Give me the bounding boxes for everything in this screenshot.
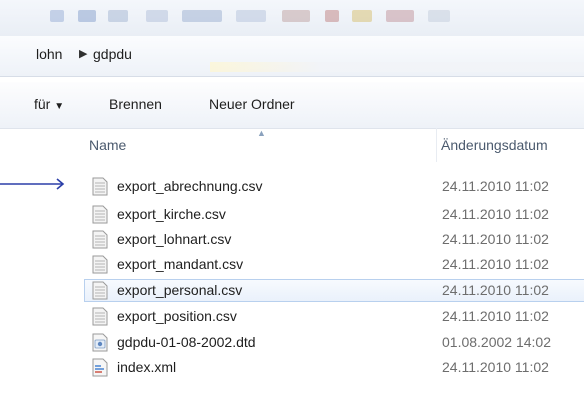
breadcrumb-lohn[interactable]: lohn bbox=[36, 46, 62, 62]
csv-file-icon bbox=[92, 177, 108, 196]
file-name[interactable]: export_personal.csv bbox=[117, 282, 242, 298]
file-date: 24.11.2010 11:02 bbox=[442, 359, 549, 375]
column-header-name[interactable]: Name bbox=[89, 137, 126, 153]
file-name[interactable]: export_abrechnung.csv bbox=[117, 178, 263, 194]
csv-file-icon bbox=[92, 281, 108, 300]
chevron-down-icon: ▼ bbox=[54, 101, 65, 112]
file-date: 24.11.2010 11:02 bbox=[442, 282, 549, 298]
file-name[interactable]: export_lohnart.csv bbox=[117, 231, 231, 247]
toolbar-icon bbox=[146, 10, 168, 22]
toolbar-icon bbox=[182, 10, 222, 22]
csv-file-icon bbox=[92, 205, 108, 224]
toolbar-icon bbox=[352, 10, 372, 22]
file-row[interactable]: export_position.csv 24.11.2010 11:02 bbox=[0, 305, 584, 329]
file-row[interactable]: export_mandant.csv 24.11.2010 11:02 bbox=[0, 253, 584, 277]
toolbar-icon bbox=[282, 10, 310, 22]
address-bar[interactable]: lohn ▶ gdpdu bbox=[0, 36, 584, 77]
file-name[interactable]: export_mandant.csv bbox=[117, 256, 243, 272]
file-row-selected[interactable]: export_personal.csv 24.11.2010 11:02 bbox=[0, 279, 584, 303]
breadcrumb-separator-icon[interactable]: ▶ bbox=[79, 47, 87, 60]
toolbar-icon bbox=[325, 10, 339, 22]
file-date: 24.11.2010 11:02 bbox=[442, 256, 549, 272]
toolbar-icon bbox=[108, 10, 128, 22]
sort-ascending-icon: ▲ bbox=[257, 128, 266, 138]
csv-file-icon bbox=[92, 307, 108, 326]
toolbar-icon bbox=[386, 10, 414, 22]
file-row[interactable]: export_kirche.csv 24.11.2010 11:02 bbox=[0, 203, 584, 227]
file-name[interactable]: index.xml bbox=[117, 359, 176, 375]
command-bar: für ▼ Brennen Neuer Ordner bbox=[0, 82, 584, 129]
file-row[interactable]: index.xml 24.11.2010 11:02 bbox=[0, 356, 584, 380]
file-date: 01.08.2002 14:02 bbox=[442, 334, 551, 350]
toolbar-icon bbox=[428, 10, 450, 22]
organize-label: für bbox=[34, 96, 51, 112]
organize-button[interactable]: für ▼ bbox=[34, 96, 64, 112]
file-row[interactable]: export_abrechnung.csv 24.11.2010 11:02 bbox=[0, 175, 584, 199]
faded-background-strip bbox=[210, 62, 584, 72]
new-folder-button[interactable]: Neuer Ordner bbox=[209, 96, 295, 112]
file-date: 24.11.2010 11:02 bbox=[442, 178, 549, 194]
file-date: 24.11.2010 11:02 bbox=[442, 231, 549, 247]
ribbon-strip bbox=[0, 0, 584, 36]
xml-file-icon bbox=[92, 358, 108, 377]
toolbar-icon bbox=[236, 10, 266, 22]
column-header: ▲ Name Änderungsdatum bbox=[0, 128, 584, 162]
file-name[interactable]: gdpdu-01-08-2002.dtd bbox=[117, 334, 256, 350]
csv-file-icon bbox=[92, 230, 108, 249]
column-divider[interactable] bbox=[436, 128, 437, 162]
breadcrumb-gdpdu[interactable]: gdpdu bbox=[93, 46, 132, 62]
file-row[interactable]: gdpdu-01-08-2002.dtd 01.08.2002 14:02 bbox=[0, 331, 584, 355]
dtd-file-icon bbox=[92, 333, 108, 352]
file-date: 24.11.2010 11:02 bbox=[442, 308, 549, 324]
file-row[interactable]: export_lohnart.csv 24.11.2010 11:02 bbox=[0, 228, 584, 252]
toolbar-icon bbox=[50, 10, 64, 22]
file-name[interactable]: export_position.csv bbox=[117, 308, 237, 324]
burn-button[interactable]: Brennen bbox=[109, 96, 162, 112]
toolbar-icon bbox=[78, 10, 96, 22]
csv-file-icon bbox=[92, 255, 108, 274]
column-header-date[interactable]: Änderungsdatum bbox=[441, 137, 548, 153]
file-date: 24.11.2010 11:02 bbox=[442, 206, 549, 222]
file-name[interactable]: export_kirche.csv bbox=[117, 206, 226, 222]
